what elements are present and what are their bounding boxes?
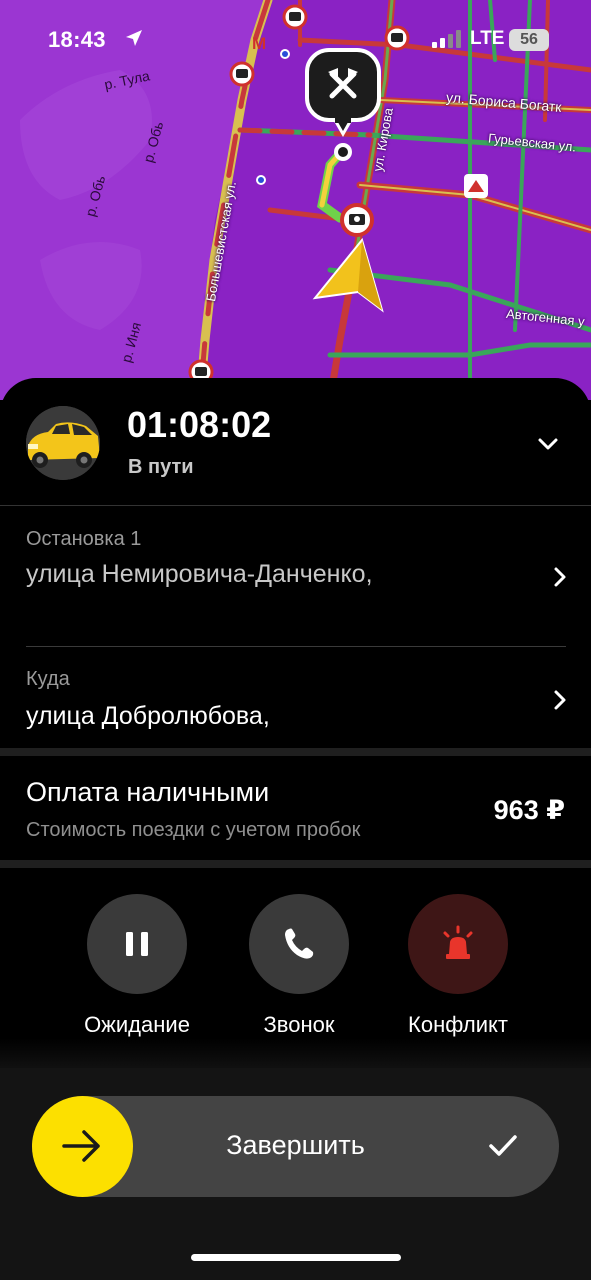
- home-indicator[interactable]: [191, 1254, 401, 1261]
- section-divider: [0, 748, 591, 756]
- destination-address: улица Добролюбова,: [26, 702, 270, 730]
- section-divider: [0, 860, 591, 868]
- payment-method: Оплата наличными: [26, 777, 270, 807]
- payment-subtitle: Стоимость поездки с учетом пробок: [26, 819, 361, 841]
- finish-slider[interactable]: Завершить: [32, 1096, 559, 1197]
- arrow-right-icon: [62, 1130, 100, 1162]
- siren-icon: [443, 925, 473, 959]
- network-type: LTE: [470, 28, 505, 49]
- conflict-button-label: Конфликт: [408, 1012, 508, 1037]
- wait-button-label: Ожидание: [84, 1012, 190, 1037]
- status-time: 18:43: [48, 27, 106, 52]
- location-arrow-icon: [124, 28, 144, 53]
- trip-sheet: 01:08:02 В пути Остановка 1 улица Немиро…: [0, 378, 591, 1280]
- conflict-button-circle[interactable]: [408, 894, 508, 994]
- wait-button[interactable]: Ожидание: [67, 894, 207, 1044]
- row-divider: [26, 646, 566, 647]
- conflict-button[interactable]: Конфликт: [388, 894, 528, 1044]
- trip-timer: 01:08:02: [127, 404, 272, 445]
- chevron-down-icon[interactable]: [528, 430, 568, 460]
- phone-icon: [285, 928, 314, 959]
- checkmark-icon: [488, 1132, 518, 1165]
- trip-header[interactable]: 01:08:02 В пути: [0, 378, 591, 506]
- payment-row: Оплата наличными Стоимость поездки с уче…: [0, 759, 591, 859]
- wait-button-circle[interactable]: [87, 894, 187, 994]
- stop-row-1[interactable]: Остановка 1 улица Немировича-Данченко,: [0, 508, 591, 628]
- pause-icon: [126, 932, 148, 956]
- call-button-circle[interactable]: [249, 894, 349, 994]
- chevron-right-icon: [548, 565, 572, 589]
- destination-label: Куда: [26, 668, 70, 690]
- stop-label: Остановка 1: [26, 528, 142, 550]
- call-button[interactable]: Звонок: [229, 894, 369, 1044]
- chevron-right-icon: [548, 688, 572, 712]
- signal-icon: [432, 30, 462, 53]
- trip-price: 963 ₽: [493, 795, 565, 825]
- taxi-car-avatar: [26, 406, 100, 480]
- slider-handle[interactable]: [32, 1096, 133, 1197]
- stop-address: улица Немировича-Данченко,: [26, 560, 373, 588]
- battery-icon: 56: [509, 29, 549, 51]
- status-bar: 18:43 LTE 56: [0, 0, 591, 80]
- trip-status: В пути: [128, 456, 194, 478]
- call-button-label: Звонок: [263, 1012, 335, 1037]
